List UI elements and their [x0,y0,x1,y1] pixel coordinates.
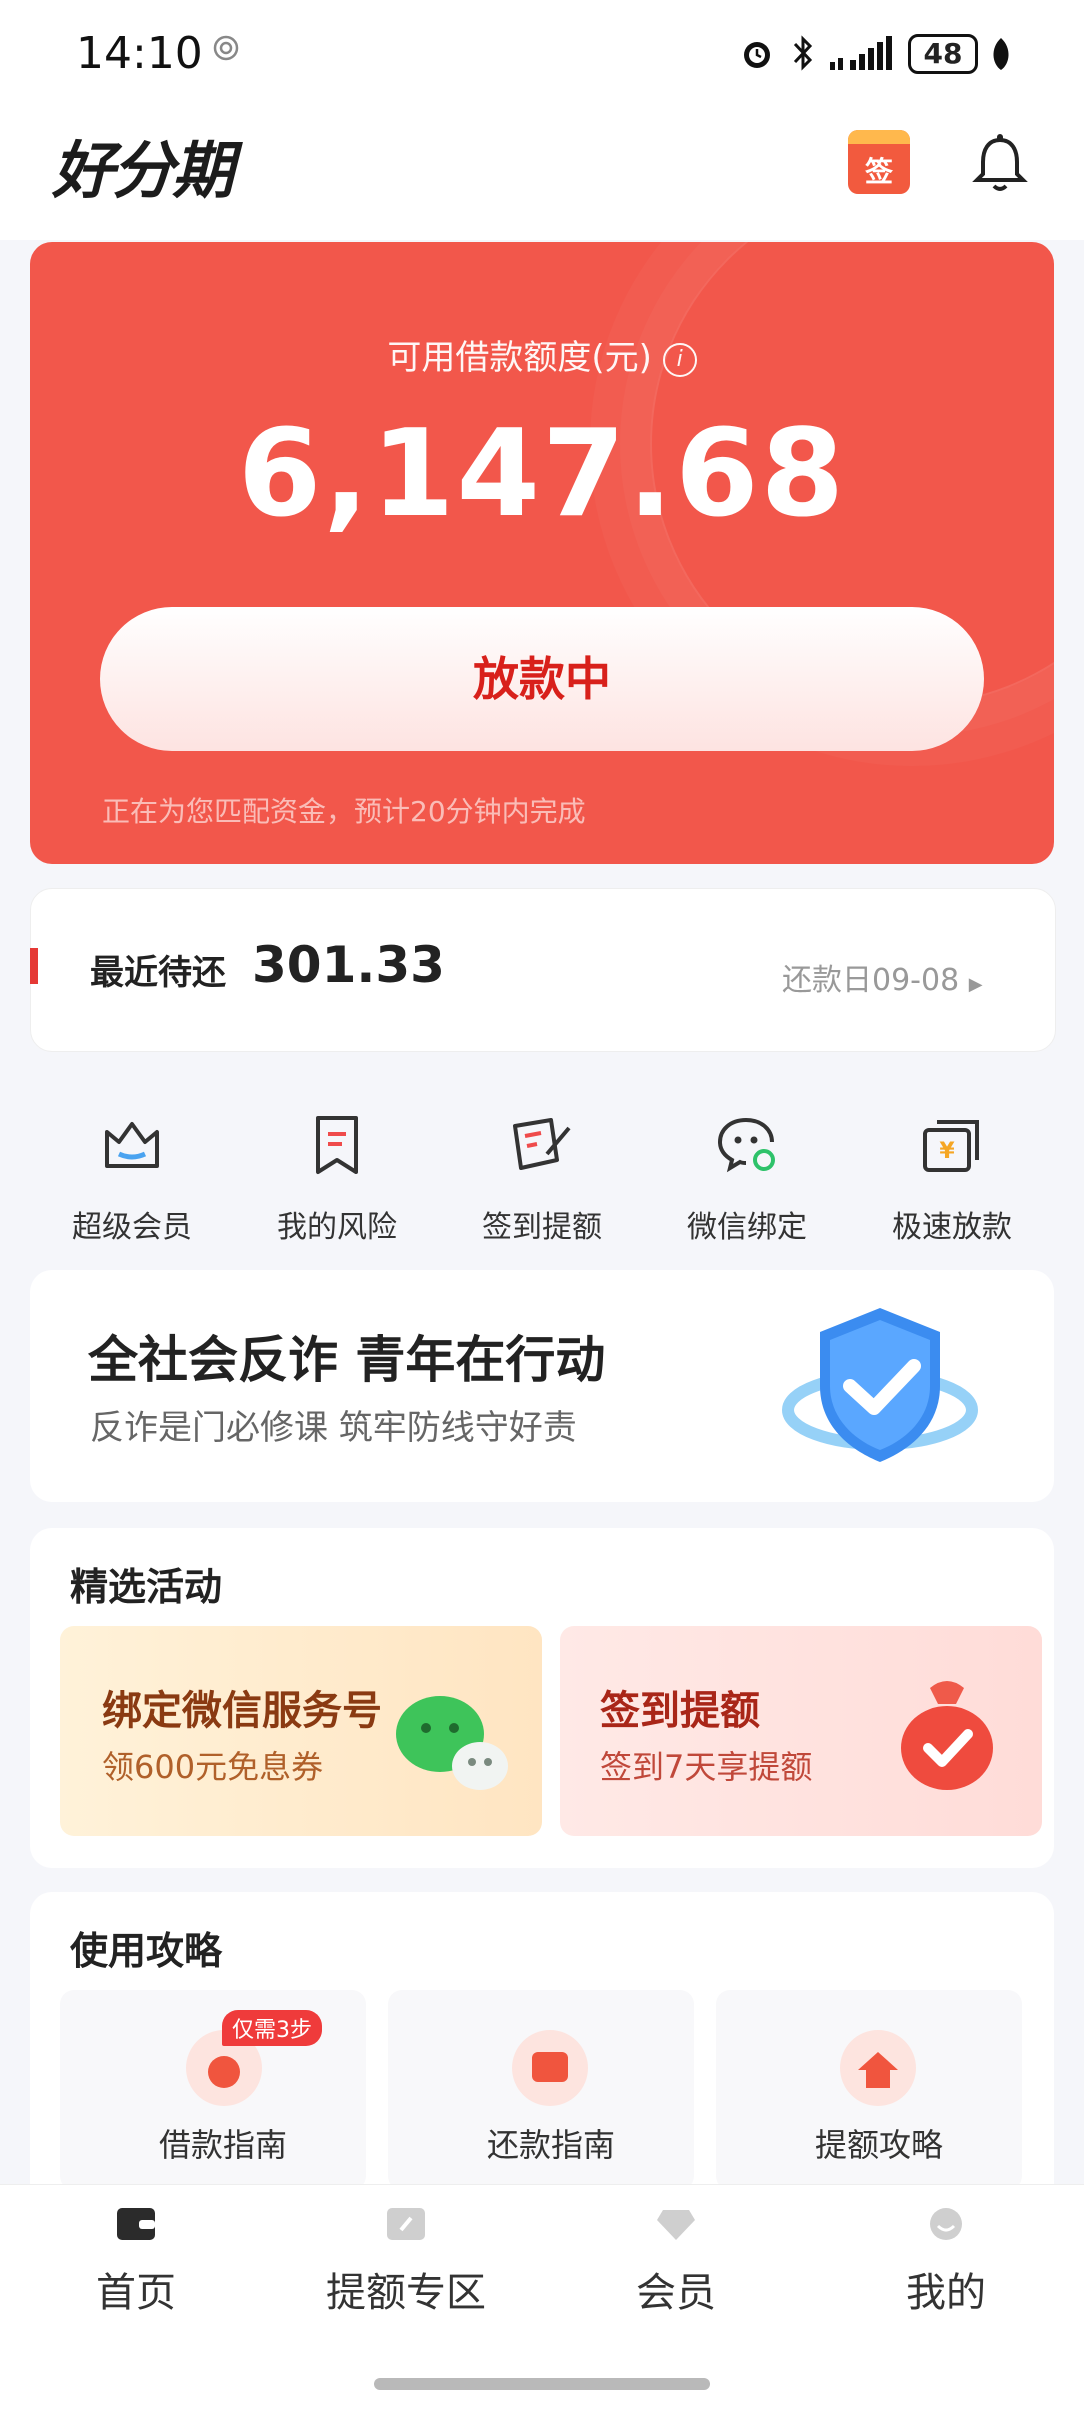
credit-amount: 6,147.68 [237,405,847,544]
sign-in-calendar-button[interactable]: 签 [848,130,910,194]
activity-title: 签到提额 [600,1688,760,1734]
guide-label: 借款指南 [158,2126,287,2164]
house-up-icon [840,2030,916,2106]
bluetooth-icon [793,35,813,71]
diamond-icon [657,2210,695,2240]
yuan-card-icon: ¥ [923,1120,979,1172]
nav-label: 我的 [906,2270,986,2316]
svg-text:¥: ¥ [939,1139,955,1164]
repay-date[interactable]: 还款日09-08 ▶ [782,955,983,999]
wechat-icon [717,1118,775,1173]
info-icon[interactable]: i [662,342,697,377]
quick-action-label: 极速放款 [892,1210,1012,1245]
activity-subtitle: 签到7天享提额 [600,1748,813,1786]
sign-pen-icon [513,1118,571,1170]
repay-amount: 301.33 [252,936,445,994]
activity-subtitle: 领600元免息券 [102,1748,324,1786]
wechat-logo-icon [396,1696,508,1790]
nav-mine[interactable]: 我的 [846,2206,1046,2318]
loan-status-note: 正在为您匹配资金，预计20分钟内完成 [102,795,586,828]
red-moneybag-icon [901,1681,993,1790]
steps-badge: 仅需3步 [222,2010,322,2046]
nav-home[interactable]: 首页 [36,2206,236,2318]
nav-member[interactable]: 会员 [576,2206,776,2318]
status-time: 14:10 [76,28,203,79]
wallet-guide-icon [512,2030,588,2106]
nav-raise-zone[interactable]: 提额专区 [306,2206,506,2318]
guide-label: 还款指南 [486,2126,615,2164]
nav-label: 首页 [96,2270,176,2316]
alarm-icon [744,42,770,68]
app-logo: 好分期 [52,134,234,207]
face-icon [930,2208,962,2240]
nav-label: 会员 [636,2270,716,2316]
quick-action-wechat-bind[interactable]: 微信绑定 [667,1110,827,1246]
wallet-icon [117,2208,155,2240]
credit-label: 可用借款额度(元) [387,338,652,378]
battery-indicator: 48 [908,34,978,74]
guide-label: 提额攻略 [814,2126,943,2164]
repay-label: 最近待还 [90,953,226,993]
repay-date-text: 还款日09-08 [782,963,960,998]
activities-title: 精选活动 [70,1565,223,1609]
nfc-icon [213,35,239,61]
bell-icon[interactable] [970,132,1030,196]
loan-status-button[interactable]: 放款中 [100,607,984,751]
quick-action-fast-loan[interactable]: ¥ 极速放款 [872,1110,1032,1246]
quick-action-vip[interactable]: 超级会员 [52,1110,212,1246]
leaf-icon [993,38,1009,70]
quick-action-sign-raise[interactable]: 签到提额 [462,1110,622,1246]
sign-icon: 签 [864,155,893,188]
credit-label-row: 可用借款额度(元) i [0,330,1084,379]
quick-action-label: 超级会员 [72,1210,192,1245]
repay-accent-bar [30,948,38,984]
quick-action-label: 签到提额 [482,1210,602,1245]
quick-action-label: 微信绑定 [687,1210,807,1245]
triangle-right-icon: ▶ [968,974,983,995]
quick-action-risk[interactable]: 我的风险 [257,1110,417,1246]
home-indicator[interactable] [374,2378,710,2390]
arrow-card-icon [387,2208,425,2240]
fraud-banner-title: 全社会反诈 青年在行动 [88,1331,606,1389]
quick-action-label: 我的风险 [277,1210,397,1245]
fraud-banner-subtitle: 反诈是门必修课 筑牢防线守好责 [90,1408,577,1448]
activity-title: 绑定微信服务号 [102,1688,382,1734]
signal-icon [830,36,892,70]
nav-label: 提额专区 [326,2270,486,2316]
bookmark-icon [316,1116,358,1174]
crown-icon [105,1122,159,1168]
shield-check-icon [782,1308,978,1462]
guide-title: 使用攻略 [70,1929,223,1973]
